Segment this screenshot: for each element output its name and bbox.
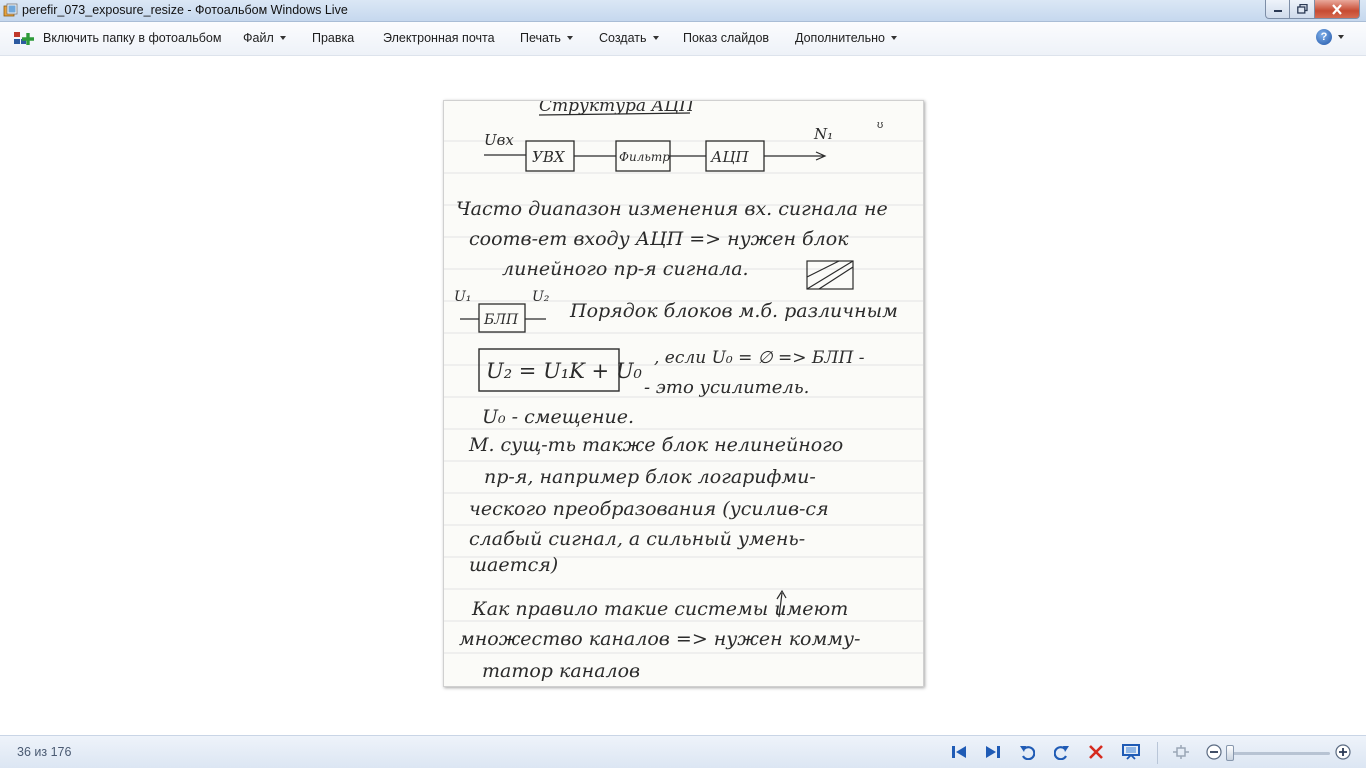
zoom-in-icon: [1335, 744, 1351, 760]
menu-slideshow-label: Показ слайдов: [683, 31, 770, 45]
previous-icon: [952, 746, 966, 758]
menu-more[interactable]: Дополнительно: [795, 31, 897, 45]
photo-gallery-icon: [3, 3, 18, 17]
delete-button[interactable]: [1087, 743, 1105, 761]
actual-size-icon: [1173, 745, 1189, 759]
menu-email[interactable]: Электронная почта: [383, 31, 495, 45]
window-title: perefir_073_exposure_resize - Фотоальбом…: [22, 3, 348, 17]
text-line-13: Как правило такие системы имеют: [471, 598, 848, 620]
next-button[interactable]: [984, 743, 1002, 761]
slideshow-button[interactable]: [1122, 743, 1140, 761]
block-adc: АЦП: [710, 148, 749, 166]
rotate-left-button[interactable]: [1018, 743, 1036, 761]
text-line-7: U₀ - смещение.: [482, 406, 634, 428]
block-uvx: УВХ: [532, 148, 566, 166]
include-folder-label: Включить папку в фотоальбом: [43, 31, 222, 45]
text-line-10: ческого преобразования (усилив-ся: [469, 498, 829, 520]
zoom-slider-thumb[interactable]: [1226, 745, 1234, 761]
rotate-right-icon: [1054, 746, 1069, 760]
window-controls: [1265, 0, 1360, 19]
include-folder-button[interactable]: Включить папку в фотоальбом: [43, 31, 221, 45]
formula: U₂ = U₁K + U₀: [486, 359, 643, 383]
close-button[interactable]: [1315, 0, 1360, 19]
status-bar: 36 из 176: [0, 735, 1366, 768]
maximize-icon: [1296, 4, 1308, 14]
chevron-down-icon: [652, 36, 659, 40]
blp-output-label: U₂: [532, 289, 550, 305]
actual-size-button[interactable]: [1172, 743, 1190, 761]
menu-file-label: Файл: [243, 31, 274, 45]
rotate-left-icon: [1020, 746, 1035, 760]
include-folder-icon: [14, 32, 34, 45]
blp-input-label: U₁: [454, 289, 471, 305]
blp-block: БЛП: [483, 312, 519, 328]
menu-slideshow[interactable]: Показ слайдов: [683, 31, 769, 45]
menu-create[interactable]: Создать: [599, 31, 659, 45]
handwritten-page: Структура АЦП Uвх УВХ Фильтр АЦП N₁ ʊ Ча…: [444, 101, 923, 682]
zoom-slider-track[interactable]: [1230, 752, 1330, 755]
block-filter: Фильтр: [619, 150, 670, 164]
zoom-out-icon: [1206, 744, 1222, 760]
toolbar-divider: [1157, 742, 1158, 764]
text-line-15: татор каналов: [482, 660, 640, 682]
text-line-12: шается): [469, 554, 558, 576]
menu-more-label: Дополнительно: [795, 31, 885, 45]
text-line-5: , если U₀ = ∅ => БЛП -: [654, 348, 865, 368]
text-line-8: М. сущ-ть также блок нелинейного: [468, 434, 843, 456]
chevron-down-icon: [566, 36, 573, 40]
text-line-6: - это усилитель.: [644, 377, 809, 398]
chevron-down-icon: [1338, 35, 1344, 39]
diagram-input-label: Uвх: [484, 131, 514, 149]
next-icon: [986, 746, 1000, 758]
menu-print-label: Печать: [520, 31, 561, 45]
page-mark: ʊ: [877, 119, 883, 131]
maximize-button[interactable]: [1290, 0, 1315, 19]
menu-edit-label: Правка: [312, 31, 355, 45]
chevron-down-icon: [279, 36, 286, 40]
delete-icon: [1089, 745, 1103, 759]
text-line-14: множество каналов => нужен комму-: [459, 628, 860, 650]
zoom-out-button[interactable]: [1205, 743, 1223, 761]
chevron-down-icon: [890, 36, 897, 40]
rotate-right-button[interactable]: [1053, 743, 1071, 761]
text-line-2: соотв-ет входу АЦП => нужен блок: [469, 228, 849, 250]
minimize-icon: [1273, 10, 1282, 12]
menu-email-label: Электронная почта: [383, 31, 495, 45]
previous-button[interactable]: [950, 743, 968, 761]
minimize-button[interactable]: [1265, 0, 1290, 19]
menu-file[interactable]: Файл: [243, 31, 286, 45]
text-line-11: слабый сигнал, а сильный умень-: [469, 528, 805, 550]
help-button[interactable]: ?: [1316, 29, 1344, 45]
close-icon: [1332, 3, 1342, 15]
menu-create-label: Создать: [599, 31, 647, 45]
diagram-output-label: N₁: [813, 125, 833, 143]
zoom-in-button[interactable]: [1334, 743, 1352, 761]
help-icon: ?: [1316, 29, 1332, 45]
text-line-1: Часто диапазон изменения вх. сигнала не: [456, 198, 888, 220]
text-line-9: пр-я, например блок логарифми-: [484, 466, 816, 488]
text-line-3: линейного пр-я сигнала.: [502, 258, 749, 280]
menu-edit[interactable]: Правка: [312, 31, 354, 45]
text-line-4: Порядок блоков м.б. различным: [569, 300, 898, 322]
photo[interactable]: Структура АЦП Uвх УВХ Фильтр АЦП N₁ ʊ Ча…: [443, 100, 924, 687]
title-bar: perefir_073_exposure_resize - Фотоальбом…: [0, 0, 1366, 22]
photo-counter: 36 из 176: [17, 745, 72, 759]
menu-print[interactable]: Печать: [520, 31, 573, 45]
slideshow-icon: [1122, 744, 1140, 760]
